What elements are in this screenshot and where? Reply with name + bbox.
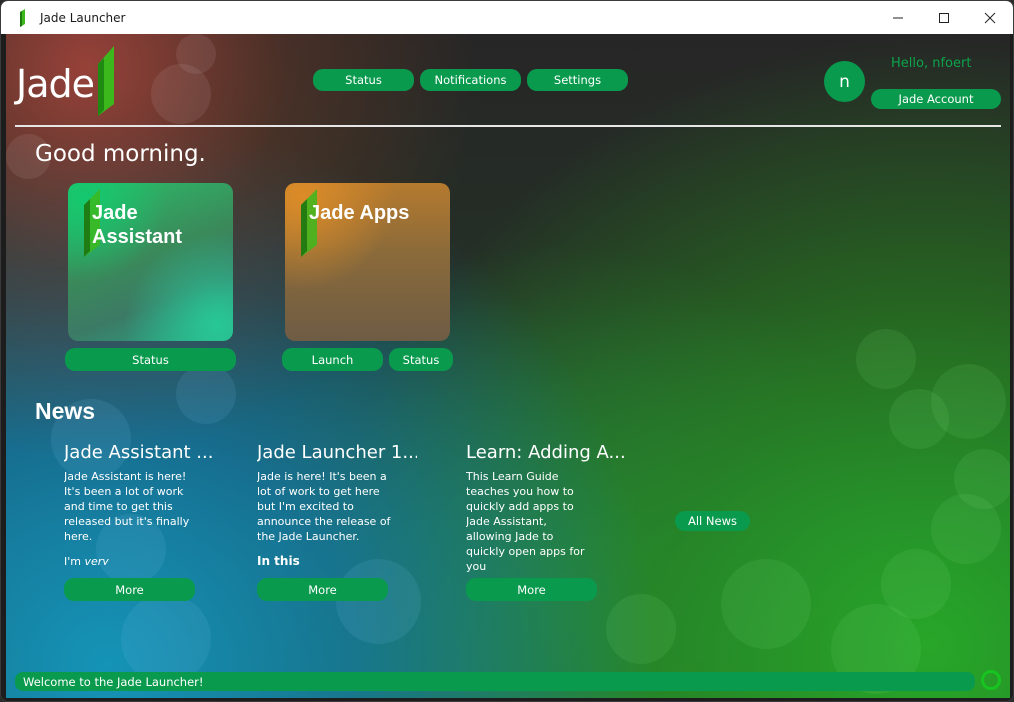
status-message: Welcome to the Jade Launcher! bbox=[23, 674, 204, 689]
news-more-button[interactable]: More bbox=[64, 578, 195, 601]
jade-logo: Jade bbox=[16, 46, 126, 116]
nav-settings-button[interactable]: Settings bbox=[527, 69, 628, 91]
page-greeting: Good morning. bbox=[35, 141, 206, 167]
news-body: Jade Assistant is here! It's been a lot … bbox=[64, 469, 196, 565]
app-tile-title: Jade Assistant bbox=[92, 202, 183, 248]
app-tile-jade-apps[interactable]: Jade Apps bbox=[285, 183, 450, 341]
nav-status-button[interactable]: Status bbox=[313, 69, 414, 91]
news-title: Jade Launcher 1... bbox=[257, 442, 417, 463]
background-bubble bbox=[606, 594, 676, 664]
jade-leaf-icon bbox=[98, 46, 114, 116]
launcher-content: Jade Status Notifications Settings n Hel… bbox=[6, 34, 1010, 698]
header-divider bbox=[15, 125, 1001, 127]
news-paragraph: Jade is here! It's been a lot of work to… bbox=[257, 470, 391, 543]
news-more-button[interactable]: More bbox=[257, 578, 388, 601]
user-greeting: Hello, nfoert bbox=[891, 56, 972, 71]
news-paragraph: I'm very bbox=[64, 554, 196, 565]
app-window: Jade Launcher Jade Status Notifications … bbox=[0, 0, 1014, 702]
news-paragraph: Jade Assistant is here! It's been a lot … bbox=[64, 470, 190, 543]
news-title: Jade Assistant ... bbox=[64, 442, 214, 463]
news-heading: News bbox=[35, 398, 96, 424]
news-body: This Learn Guide teaches you how to quic… bbox=[466, 469, 594, 596]
news-more-button[interactable]: More bbox=[466, 578, 597, 601]
news-card: Jade Launcher 1... Jade is here! It's be… bbox=[257, 442, 447, 574]
background-bubble bbox=[176, 364, 236, 424]
logo-text: Jade bbox=[16, 62, 95, 106]
background-bubble bbox=[856, 329, 916, 389]
maximize-icon bbox=[939, 12, 949, 23]
minimize-icon bbox=[893, 17, 903, 18]
status-bar: Welcome to the Jade Launcher! bbox=[15, 672, 975, 691]
maximize-button[interactable] bbox=[921, 1, 967, 34]
nav-notifications-button[interactable]: Notifications bbox=[420, 69, 521, 91]
news-text: I'm bbox=[64, 555, 85, 565]
jade-assistant-status-button[interactable]: Status bbox=[65, 348, 236, 371]
minimize-button[interactable] bbox=[875, 1, 921, 34]
background-bubble bbox=[121, 594, 211, 684]
background-bubble bbox=[889, 389, 949, 449]
close-button[interactable] bbox=[967, 1, 1013, 34]
background-bubble bbox=[176, 34, 216, 74]
news-card: Jade Assistant ... Jade Assistant is her… bbox=[64, 442, 254, 565]
all-news-button[interactable]: All News bbox=[675, 511, 750, 531]
app-tile-jade-assistant[interactable]: Jade Assistant bbox=[68, 183, 233, 341]
jade-account-button[interactable]: Jade Account bbox=[871, 89, 1001, 109]
jade-apps-launch-button[interactable]: Launch bbox=[282, 348, 383, 371]
news-card: Learn: Adding A... This Learn Guide teac… bbox=[466, 442, 656, 596]
news-emphasis: very bbox=[84, 555, 109, 565]
background-bubble bbox=[881, 549, 951, 619]
title-bar[interactable]: Jade Launcher bbox=[1, 1, 1013, 34]
window-controls bbox=[875, 1, 1013, 34]
loading-spinner-icon bbox=[981, 670, 1001, 690]
background-bubble bbox=[931, 494, 1001, 564]
news-subheading: In this bbox=[257, 554, 300, 568]
news-paragraph: This Learn Guide teaches you how to quic… bbox=[466, 470, 585, 573]
close-icon bbox=[984, 12, 996, 23]
window-title: Jade Launcher bbox=[40, 10, 126, 25]
background-bubble bbox=[721, 559, 811, 649]
avatar[interactable]: n bbox=[824, 61, 865, 102]
news-title: Learn: Adding A... bbox=[466, 442, 626, 463]
jade-leaf-icon bbox=[14, 8, 36, 28]
jade-apps-status-button[interactable]: Status bbox=[389, 348, 453, 371]
app-tile-title: Jade Apps bbox=[309, 202, 410, 224]
news-body: Jade is here! It's been a lot of work to… bbox=[257, 469, 393, 574]
